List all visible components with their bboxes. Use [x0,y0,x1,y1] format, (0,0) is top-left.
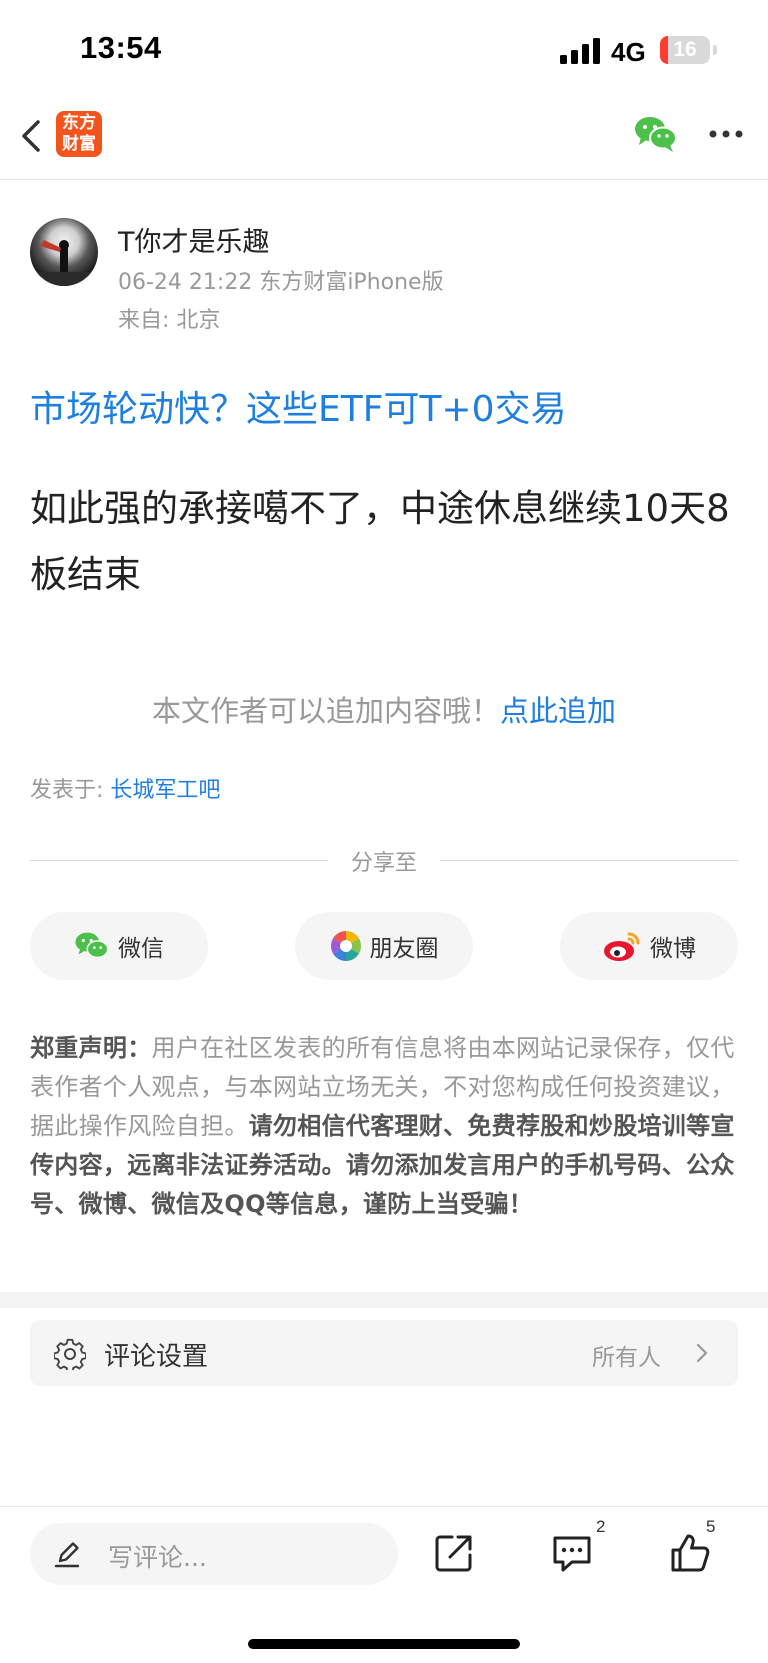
status-time: 13:54 [80,30,162,65]
chevron-right-icon [696,1343,708,1363]
bottom-bar: 写评论... 2 5 [0,1506,768,1663]
posted-in-label: 发表于: [30,778,111,803]
disclaimer-heading: 郑重声明： [30,1034,152,1062]
divider-right [440,860,738,861]
wechat-icon [75,932,109,959]
comment-icon[interactable] [550,1531,594,1575]
share-wechat-label: 微信 [118,936,164,962]
pencil-icon [54,1542,80,1568]
author-name[interactable]: T你才是乐趣 [118,220,270,259]
status-bar: 13:54 4G 16 [0,0,768,100]
comment-placeholder: 写评论... [108,1543,207,1572]
author-avatar[interactable] [30,218,98,286]
share-weibo-label: 微博 [650,936,696,962]
posted-in: 发表于: 长城军工吧 [30,772,220,804]
share-moments-label: 朋友圈 [369,936,439,962]
home-indicator [248,1639,520,1649]
eastmoney-logo[interactable]: 东方 财富 [56,111,102,157]
comment-settings-label: 评论设置 [104,1342,209,1372]
cellular-signal-icon [560,38,600,64]
wechat-share-icon[interactable] [634,115,678,153]
share-weibo-button[interactable]: 微博 [560,912,738,980]
append-link[interactable]: 点此追加 [500,694,616,728]
comment-count: 2 [596,1517,606,1536]
comment-input[interactable]: 写评论... [30,1523,398,1585]
like-icon[interactable] [668,1531,712,1575]
like-count: 5 [706,1517,716,1536]
battery-percent: 16 [673,38,697,61]
logo-line-2: 财富 [62,134,96,154]
share-title: 分享至 [350,851,417,876]
avatar-figure-icon [30,240,98,286]
article-body: 如此强的承接噶不了，中途休息继续10天8板结束 [30,487,730,596]
logo-line-1: 东方 [62,113,96,133]
nav-bar: 东方 财富 [0,100,768,180]
comment-settings-row[interactable]: 评论设置 所有人 [30,1320,738,1386]
post-location: 来自: 北京 [118,308,221,333]
more-icon[interactable] [706,122,746,146]
append-prompt: 本文作者可以追加内容哦！ [151,694,500,728]
comment-settings-value: 所有人 [592,1345,661,1371]
append-content-line: 本文作者可以追加内容哦！点此追加 [0,688,768,730]
back-icon[interactable] [14,114,54,158]
share-icon[interactable] [432,1531,476,1575]
weibo-icon [604,932,640,961]
bar-link[interactable]: 长城军工吧 [110,778,220,803]
gear-icon [54,1338,86,1370]
post-meta: 06-24 21:22 东方财富iPhone版 [118,270,444,295]
section-separator [0,1292,768,1308]
share-moments-button[interactable]: 朋友圈 [295,912,473,980]
disclaimer: 郑重声明：用户在社区发表的所有信息将由本网站记录保存，仅代表作者个人观点，与本网… [30,1029,742,1224]
network-type: 4G [611,37,646,67]
article-title-link[interactable]: 市场轮动快？这些ETF可T+0交易 [30,380,567,432]
moments-icon [330,931,361,961]
battery-cap [713,45,717,55]
share-wechat-button[interactable]: 微信 [30,912,208,980]
battery-icon: 16 [660,36,710,64]
